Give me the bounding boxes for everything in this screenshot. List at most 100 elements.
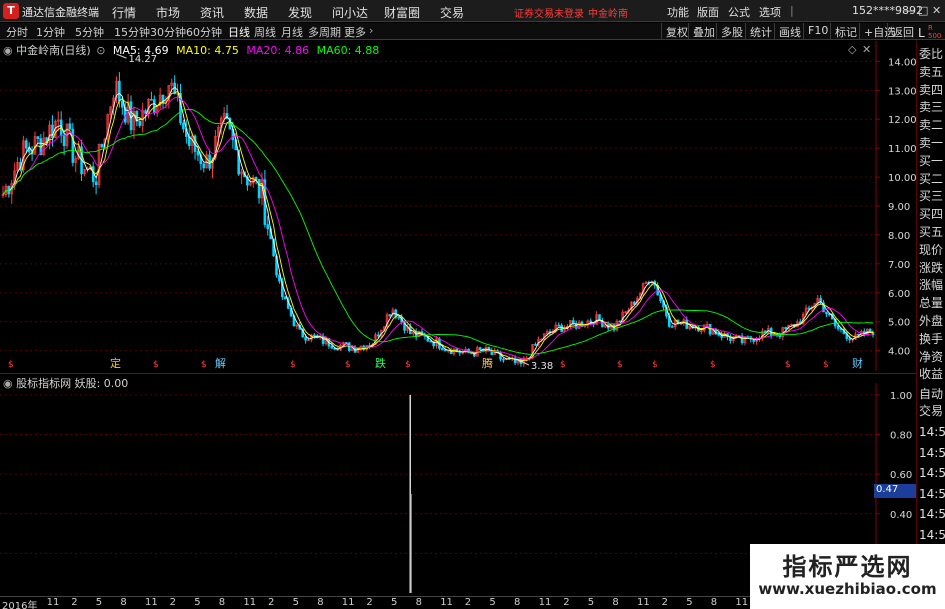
settings-circle-icon[interactable]: ◉ (3, 44, 13, 57)
side-item[interactable]: 外盘 (919, 312, 945, 329)
signal-marker[interactable]: $ (201, 360, 207, 370)
candle-body (313, 334, 316, 337)
side-item[interactable]: 涨跌 (919, 259, 945, 276)
x-tick-label: 8 (120, 597, 127, 608)
close-button[interactable]: ✕ (932, 4, 941, 17)
candle-body (330, 345, 334, 349)
signal-marker[interactable]: $ (405, 360, 411, 370)
signal-marker[interactable]: $ (345, 360, 351, 370)
maximize-button[interactable]: □ (918, 4, 928, 17)
ma60-line (2, 109, 874, 355)
huaxian-button[interactable]: 画线 (774, 23, 805, 39)
login-warning[interactable]: 证券交易未登录 (514, 5, 584, 20)
side-item[interactable]: 换手 (919, 330, 945, 347)
y-tick-label: 8.00 (888, 231, 910, 242)
period-15min[interactable]: 15分钟 (114, 24, 150, 40)
period-weekly[interactable]: 周线 (254, 24, 276, 40)
period-multi[interactable]: 多周期 (308, 24, 341, 40)
side-item[interactable]: 涨幅 (919, 276, 945, 293)
x-tick-label: 2 (71, 597, 78, 608)
side-item[interactable]: 卖五 (919, 63, 945, 80)
signal-marker[interactable]: $ (153, 360, 159, 370)
menu-hangqing[interactable]: 行情 (112, 4, 136, 21)
tongji-button[interactable]: 统计 (745, 23, 776, 39)
side-item[interactable]: 卖四 (919, 81, 945, 98)
side-item[interactable]: 收益 (919, 365, 945, 382)
tick-time: 14:56 (919, 445, 945, 460)
settings-circle-icon[interactable]: ◉ (3, 377, 13, 390)
event-marker[interactable]: 财 (852, 356, 863, 370)
menu-jiaoyi[interactable]: 交易 (440, 4, 464, 21)
signal-marker[interactable]: $ (8, 360, 14, 370)
side-item[interactable]: 总量 (919, 294, 945, 311)
candle-body (36, 136, 40, 139)
signal-marker[interactable]: $ (652, 360, 658, 370)
y-tick-label: 0.80 (890, 431, 912, 442)
auto-trade-label[interactable]: 交易 (919, 402, 945, 419)
side-item[interactable]: 卖三 (919, 98, 945, 115)
event-marker[interactable]: 腾 (482, 356, 493, 370)
signal-marker[interactable]: $ (823, 360, 829, 370)
menu-caifuquan[interactable]: 财富圈 (384, 4, 420, 21)
close-chart-icon[interactable]: ✕ (862, 43, 871, 56)
watermark-logo: 指标严选网 www.xuezhibiao.com (750, 544, 945, 609)
indicator-legend: ◉ 股标指标网 妖股: 0.00 (3, 375, 128, 391)
side-item[interactable]: 卖一 (919, 134, 945, 151)
side-item[interactable]: 委比 (919, 45, 945, 62)
f10-button[interactable]: F10 (803, 23, 832, 39)
signal-marker[interactable]: $ (617, 360, 623, 370)
menu-gongneng[interactable]: 功能 (667, 4, 689, 20)
signal-marker[interactable]: $ (710, 360, 716, 370)
diejia-button[interactable]: 叠加 (688, 23, 719, 39)
price-chart[interactable]: 14.00 13.00 12.00 11.00 10.00 9.00 8.00 7.00 6.0… (0, 41, 916, 371)
menu-shichang[interactable]: 市场 (156, 4, 180, 21)
signal-marker[interactable]: $ (560, 360, 566, 370)
period-60min[interactable]: 60分钟 (186, 24, 222, 40)
menu-zixun[interactable]: 资讯 (200, 4, 224, 21)
side-item[interactable]: 买三 (919, 187, 945, 204)
menu-gongshi[interactable]: 公式 (728, 4, 750, 20)
period-monthly[interactable]: 月线 (281, 24, 303, 40)
side-item[interactable]: 买一 (919, 152, 945, 169)
menu-banmian[interactable]: 版面 (697, 4, 719, 20)
side-badge-letter[interactable]: L (918, 26, 925, 40)
signal-marker[interactable]: $ (290, 360, 296, 370)
back-button[interactable]: 返回 (887, 23, 918, 39)
menu-faxian[interactable]: 发现 (288, 4, 312, 21)
period-daily[interactable]: 日线 (228, 24, 250, 40)
side-item[interactable]: 净资 (919, 348, 945, 365)
period-30min[interactable]: 30分钟 (150, 24, 186, 40)
period-1min[interactable]: 1分钟 (36, 24, 65, 40)
event-marker[interactable]: 解 (215, 356, 226, 370)
x-tick-label: 11 (145, 597, 158, 608)
side-item[interactable]: 买五 (919, 223, 945, 240)
duogu-button[interactable]: 多股 (716, 23, 747, 39)
diamond-icon[interactable]: ◇ (848, 43, 856, 56)
side-item[interactable]: 卖二 (919, 116, 945, 133)
chevron-right-icon[interactable]: › (369, 24, 373, 37)
auto-trade-label[interactable]: 自动 (919, 385, 945, 402)
panel-separator[interactable] (0, 373, 916, 374)
side-item[interactable]: 买二 (919, 170, 945, 187)
period-5min[interactable]: 5分钟 (75, 24, 104, 40)
candle-body (304, 336, 307, 341)
candle-body (534, 344, 537, 346)
signal-marker[interactable]: $ (785, 360, 791, 370)
menu-xuanxiang[interactable]: 选项 (759, 4, 781, 20)
event-marker[interactable]: 跌 (375, 356, 386, 370)
biaoji-button[interactable]: 标记 (830, 23, 861, 39)
menu-shuju[interactable]: 数据 (244, 4, 268, 21)
minimize-button[interactable]: — (904, 4, 915, 17)
side-item[interactable]: 现价 (919, 241, 945, 258)
period-fenshi[interactable]: 分时 (6, 24, 28, 40)
event-marker[interactable]: 定 (110, 356, 121, 370)
candle-body (513, 357, 517, 364)
dropdown-icon[interactable]: ⊙ (96, 44, 105, 57)
candle-body (153, 99, 156, 113)
side-item[interactable]: 买四 (919, 205, 945, 222)
candle-body (618, 320, 622, 323)
menu-wenxiaoda[interactable]: 问小达 (332, 4, 368, 21)
period-more[interactable]: 更多 (344, 24, 366, 40)
x-tick-label: 5 (95, 597, 103, 608)
candle-body (388, 314, 392, 316)
